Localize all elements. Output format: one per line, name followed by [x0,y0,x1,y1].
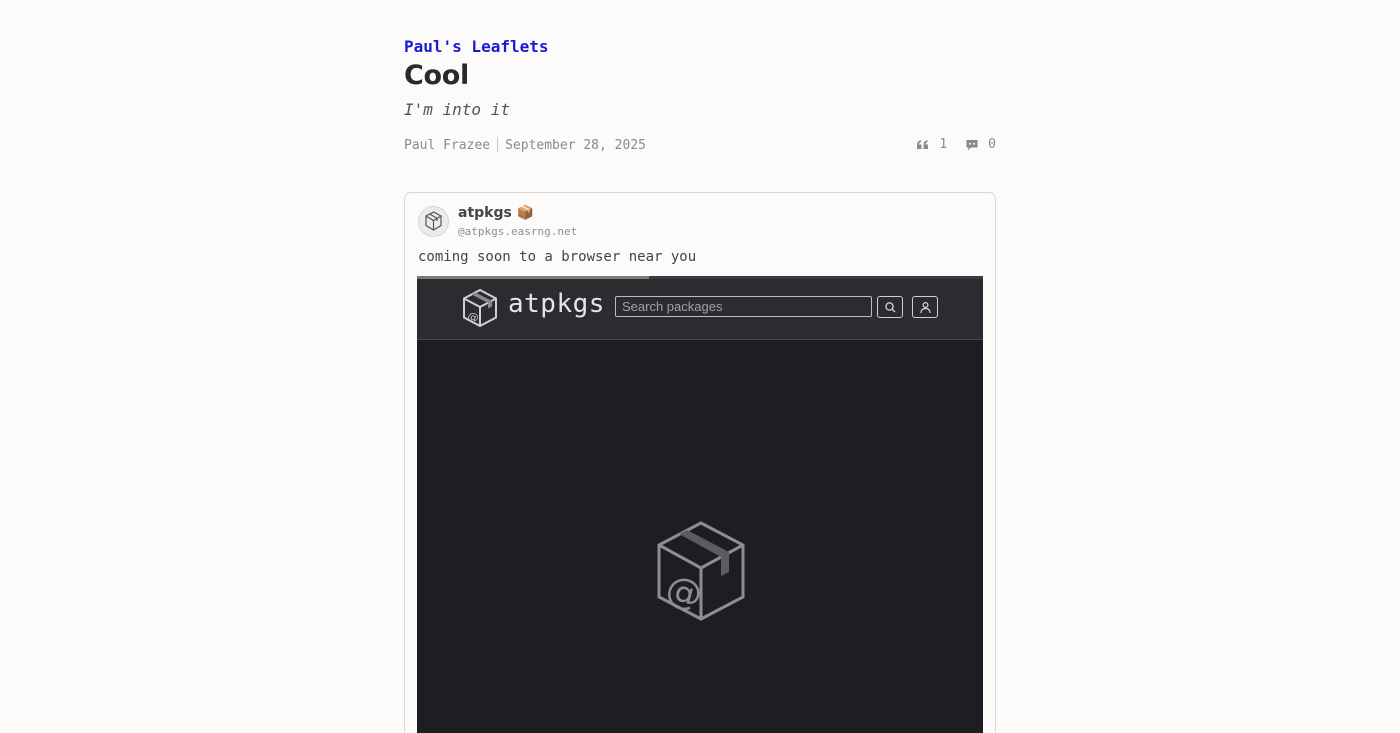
embed-author-handle[interactable]: @atpkgs.easrng.net [458,225,577,238]
comment-count: 0 [988,137,996,152]
svg-text:@: @ [466,309,480,325]
user-icon [912,296,938,318]
publication-name[interactable]: Paul's Leaflets [404,37,549,56]
post-subtitle: I'm into it [404,100,510,119]
image-brand: atpkgs [508,289,605,319]
image-header: @ atpkgs Search packages [417,279,983,340]
post-title: Cool [404,60,469,91]
image-search-field: Search packages [615,296,872,317]
byline: Paul Frazee September 28, 2025 [404,137,646,153]
comment-icon[interactable] [965,138,979,152]
package-box-icon: @ [463,288,497,328]
avatar[interactable] [418,206,449,237]
embed-author-name[interactable]: atpkgs 📦 [458,205,534,221]
package-box-icon [425,211,442,231]
post-stats: 1 0 [916,137,996,152]
quote-icon[interactable] [916,138,930,152]
quote-count: 1 [939,137,948,152]
publish-date: September 28, 2025 [505,138,646,153]
package-box-icon: @ [657,521,745,621]
meta-divider [497,137,499,152]
embed-post-text: coming soon to a browser near you [418,249,697,265]
author-name[interactable]: Paul Frazee [404,138,490,153]
embedded-post[interactable]: atpkgs 📦 @atpkgs.easrng.net coming soon … [404,192,996,733]
embed-image[interactable]: @ atpkgs Search packages @ [417,276,983,733]
search-icon [877,296,903,318]
post-meta: Paul Frazee September 28, 2025 1 0 [404,136,996,156]
